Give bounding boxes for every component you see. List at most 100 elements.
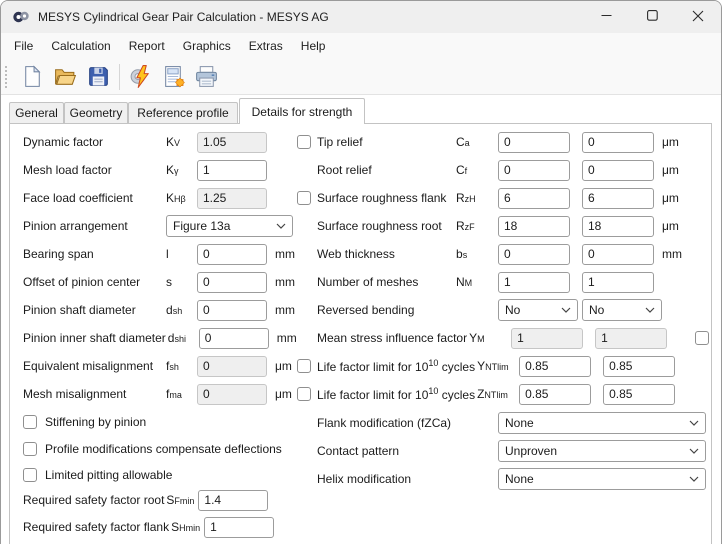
pinion-arrangement-select[interactable]: Figure 13a <box>166 215 293 237</box>
pinion-inner-shaft-diameter-input[interactable] <box>199 328 269 349</box>
row-root-relief: Root reliefCfμm <box>297 159 709 181</box>
face-load-coefficient-input <box>197 188 267 209</box>
row-flank-modification-fzca: Flank modification (fZCa)None <box>297 412 709 434</box>
offset-of-pinion-center-label: Offset of pinion center <box>23 275 166 289</box>
unit-label: μm <box>275 359 292 373</box>
chevron-down-icon <box>561 307 571 313</box>
tip-relief-label: Tip relief <box>317 135 456 149</box>
web-thickness-label: Web thickness <box>317 247 456 261</box>
stiffening-by-pinion-checkbox[interactable] <box>23 415 37 429</box>
web-thickness-input-2[interactable] <box>582 244 654 265</box>
mean-stress-influence-factor-input-1 <box>511 328 583 349</box>
row-life-factor-limit-y: Life factor limit for 1010 cyclesYNTlim <box>297 355 709 377</box>
mean-stress-influence-factor-override-checkbox[interactable] <box>695 331 709 345</box>
contact-pattern-select[interactable]: Unproven <box>498 440 706 462</box>
stiffening-by-pinion-label: Stiffening by pinion <box>45 415 146 429</box>
row-offset-of-pinion-center: Offset of pinion centersmm <box>23 271 295 293</box>
web-thickness-input-1[interactable] <box>498 244 570 265</box>
required-safety-factor-root-label: Required safety factor root <box>23 493 166 507</box>
symbol-label: Kγ <box>166 163 193 177</box>
dynamic-factor-label: Dynamic factor <box>23 135 166 149</box>
symbol-label: RzH <box>456 191 492 205</box>
row-helix-modification: Helix modification None <box>297 468 709 490</box>
row-surface-roughness-flank: Surface roughness flankRzH μm <box>297 187 709 209</box>
tip-relief-input-1[interactable] <box>498 132 570 153</box>
required-safety-factor-root-input[interactable] <box>198 490 268 511</box>
symbol-label: dshi <box>168 331 195 345</box>
chevron-down-icon <box>276 223 286 229</box>
bearing-span-input[interactable] <box>197 244 267 265</box>
profile-modifications-compensate-deflections-checkbox[interactable] <box>23 442 37 456</box>
tip-relief-checkbox[interactable] <box>297 135 311 149</box>
details-for-strength-form: Dynamic factorKVMesh load factorKγFace l… <box>1 1 721 544</box>
equivalent-misalignment-input <box>197 356 267 377</box>
row-pinion-arrangement: Pinion arrangementFigure 13a <box>23 215 293 237</box>
life-factor-limit-y-label: Life factor limit for 1010 cycles <box>317 359 477 374</box>
surface-roughness-root-input-1[interactable] <box>498 216 570 237</box>
symbol-label: fsh <box>166 359 193 373</box>
tab-geometry[interactable]: Geometry <box>64 102 128 123</box>
pinion-arrangement-label: Pinion arrangement <box>23 219 166 233</box>
helix-modification-label: Helix modification <box>317 472 456 486</box>
required-safety-factor-flank-label: Required safety factor flank <box>23 520 171 534</box>
symbol-label: fma <box>166 387 193 401</box>
unit-label: mm <box>277 331 297 345</box>
mesh-load-factor-input[interactable] <box>197 160 267 181</box>
symbol-label: RzF <box>456 219 492 233</box>
required-safety-factor-flank-input[interactable] <box>204 517 274 538</box>
symbol-label: Cf <box>456 163 492 177</box>
row-limited-pitting-allowable: Limited pitting allowable <box>23 464 172 486</box>
mean-stress-influence-factor-input-2 <box>595 328 667 349</box>
offset-of-pinion-center-input[interactable] <box>197 272 267 293</box>
row-web-thickness: Web thicknessbs mm <box>297 243 709 265</box>
flank-modification-fzca-select[interactable]: None <box>498 412 706 434</box>
dynamic-factor-input <box>197 132 267 153</box>
tab-reference-profile[interactable]: Reference profile <box>128 102 238 123</box>
life-factor-limit-y-input-1[interactable] <box>519 356 591 377</box>
tip-relief-input-2[interactable] <box>582 132 654 153</box>
symbol-label: Ca <box>456 135 492 149</box>
life-factor-limit-y-checkbox[interactable] <box>297 359 311 373</box>
unit-label: mm <box>662 247 682 261</box>
symbol-label: KHβ <box>166 191 193 205</box>
symbol-label: ZNTlim <box>477 387 513 401</box>
life-factor-limit-y-input-2[interactable] <box>603 356 675 377</box>
reversed-bending-select-2[interactable]: No <box>582 299 662 321</box>
symbol-label: YM <box>469 331 505 345</box>
surface-roughness-root-input-2[interactable] <box>582 216 654 237</box>
bearing-span-label: Bearing span <box>23 247 166 261</box>
number-of-meshes-input-1[interactable] <box>498 272 570 293</box>
row-bearing-span: Bearing spanlmm <box>23 243 295 265</box>
row-number-of-meshes: Number of meshesNM <box>297 271 709 293</box>
row-required-safety-factor-root: Required safety factor rootSFmin <box>23 489 268 511</box>
number-of-meshes-input-2[interactable] <box>582 272 654 293</box>
helix-modification-select[interactable]: None <box>498 468 706 490</box>
root-relief-input-1[interactable] <box>498 160 570 181</box>
row-mean-stress-influence-factor: Mean stress influence factorYM <box>297 327 709 349</box>
surface-roughness-root-label: Surface roughness root <box>317 219 456 233</box>
equivalent-misalignment-label: Equivalent misalignment <box>23 359 166 373</box>
surface-roughness-flank-input-2[interactable] <box>582 188 654 209</box>
life-factor-limit-z-checkbox[interactable] <box>297 387 311 401</box>
row-face-load-coefficient: Face load coefficientKHβ <box>23 187 267 209</box>
unit-label: μm <box>662 191 679 205</box>
limited-pitting-allowable-checkbox[interactable] <box>23 468 37 482</box>
life-factor-limit-z-input-1[interactable] <box>519 384 591 405</box>
tab-general[interactable]: General <box>9 102 64 123</box>
surface-roughness-flank-checkbox[interactable] <box>297 191 311 205</box>
unit-label: μm <box>275 387 292 401</box>
root-relief-input-2[interactable] <box>582 160 654 181</box>
contact-pattern-label: Contact pattern <box>317 444 456 458</box>
limited-pitting-allowable-label: Limited pitting allowable <box>45 468 172 482</box>
life-factor-limit-z-input-2[interactable] <box>603 384 675 405</box>
pinion-shaft-diameter-input[interactable] <box>197 300 267 321</box>
surface-roughness-flank-label: Surface roughness flank <box>317 191 456 205</box>
tab-details-for-strength[interactable]: Details for strength <box>239 98 365 124</box>
row-surface-roughness-root: Surface roughness rootRzFμm <box>297 215 709 237</box>
surface-roughness-flank-input-1[interactable] <box>498 188 570 209</box>
mean-stress-influence-factor-label: Mean stress influence factor <box>317 331 469 345</box>
row-stiffening-by-pinion: Stiffening by pinion <box>23 411 146 433</box>
reversed-bending-select-1[interactable]: No <box>498 299 578 321</box>
root-relief-label: Root relief <box>317 163 456 177</box>
symbol-label: bs <box>456 247 492 261</box>
